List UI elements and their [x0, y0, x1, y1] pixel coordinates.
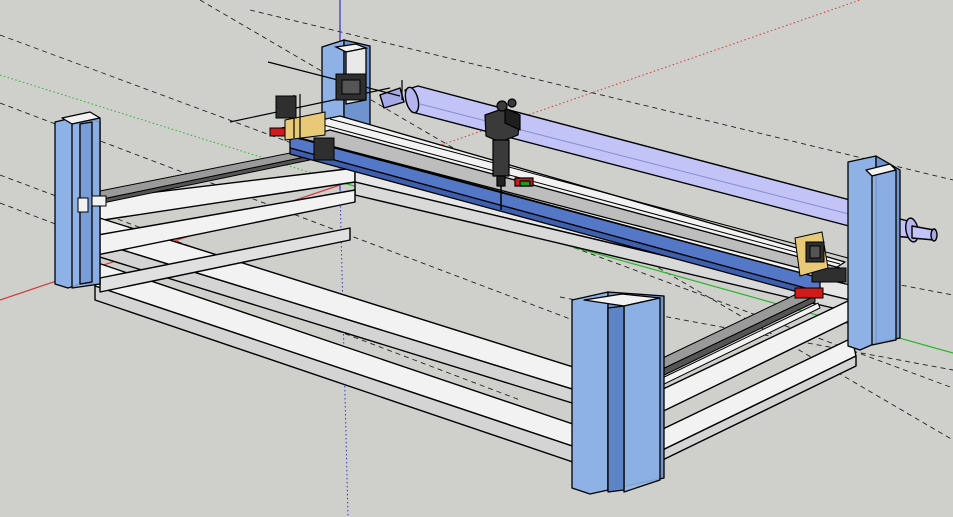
- corner-post-back-right[interactable]: [847, 155, 901, 351]
- stepper-motor-right[interactable]: [794, 231, 829, 277]
- 3d-viewport[interactable]: [0, 0, 953, 517]
- scene-canvas[interactable]: [0, 0, 953, 517]
- corner-post-front-right[interactable]: [571, 291, 665, 495]
